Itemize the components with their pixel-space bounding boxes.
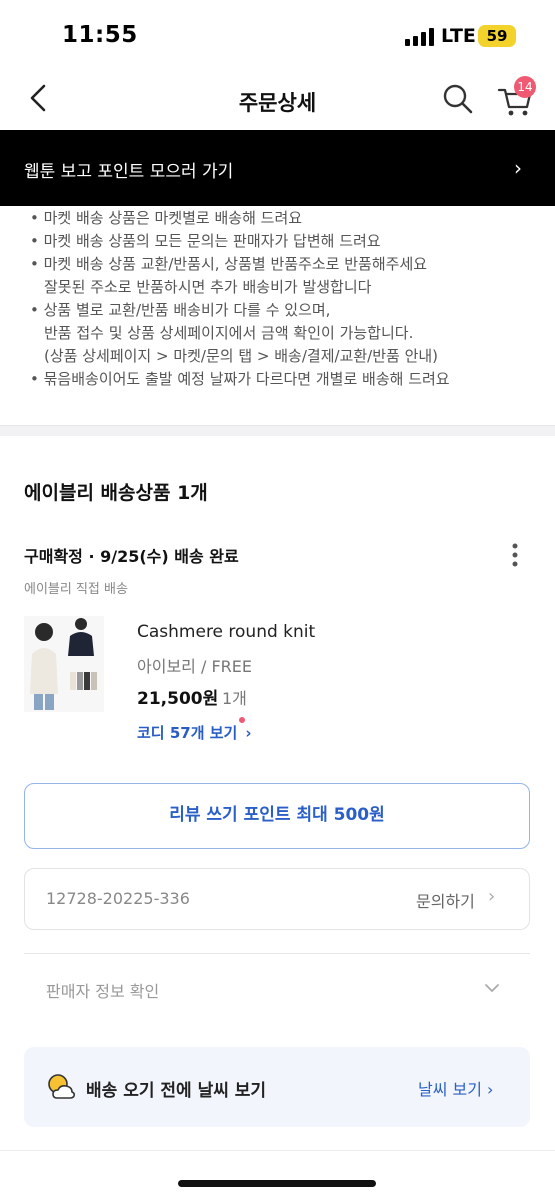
weather-link[interactable]: 날씨 보기 › [418,1076,493,1100]
seller-info-toggle[interactable]: 판매자 정보 확인 [46,978,159,1002]
notice-line: (상품 상세페이지 > 마켓/문의 탭 > 배송/결제/교환/반품 안내) [44,347,439,365]
banner-text: 웹툰 보고 포인트 모으러 가기 [24,162,234,182]
product-option: 아이보리 / FREE [137,657,252,676]
knit-image [24,616,104,712]
chevron-down-icon[interactable] [484,980,500,996]
divider [24,953,530,954]
network-label: LTE [441,25,476,47]
delivery-status: 구매확정 · 9/25(수) 배송 완료 [24,547,239,566]
chevron-right-icon: › [488,886,496,907]
write-review-button[interactable]: 리뷰 쓰기 포인트 최대 500원 [24,783,530,849]
weather-icon [45,1072,77,1102]
search-icon [443,84,473,114]
section-divider [0,425,555,436]
chevron-right-icon: › [514,156,522,180]
weather-text: 배송 오기 전에 날씨 보기 [86,1081,267,1101]
order-number: 12728-20225-336 [46,889,190,908]
notice-line: • 마켓 배송 상품의 모든 문의는 판매자가 답변해 드려요 [30,232,381,250]
product-thumbnail[interactable] [24,616,104,712]
inquiry-button[interactable]: 문의하기 [416,888,475,912]
notice-line: • 마켓 배송 상품은 마켓별로 배송해 드려요 [30,209,303,227]
chevron-right-icon: › [245,724,252,742]
status-time: 11:55 [62,22,138,48]
home-indicator [178,1180,376,1187]
more-vertical-icon [512,543,518,567]
section-title: 에이블리 배송상품 1개 [24,482,208,504]
shipping-type: 에이블리 직접 배송 [24,582,128,597]
more-options-button[interactable] [506,542,524,568]
notice-line: • 상품 별로 교환/반품 배송비가 다를 수 있으며, [30,301,331,319]
new-dot-badge [239,717,245,723]
cart-count-badge: 14 [514,76,536,98]
divider [0,1150,555,1151]
signal-icon [405,28,435,46]
search-button[interactable] [441,82,475,116]
notice-line: 반품 접수 및 상품 상세페이지에서 금액 확인이 가능합니다. [44,324,414,342]
notice-line: • 묶음배송이어도 출발 예정 날짜가 다르다면 개별로 배송해 드려요 [30,370,450,388]
notice-line: 잘못된 주소로 반품하시면 추가 배송비가 발생합니다 [44,278,372,296]
battery-icon: 59 [478,25,516,47]
coordi-link[interactable]: 코디 57개 보기 › [137,722,252,743]
product-quantity: 1개 [222,689,247,708]
product-name[interactable]: Cashmere round knit [137,622,315,642]
coordi-link-label: 코디 57개 보기 [137,724,238,742]
product-price: 21,500원 [137,689,219,709]
notice-line: • 마켓 배송 상품 교환/반품시, 상품별 반품주소로 반품해주세요 [30,255,428,273]
